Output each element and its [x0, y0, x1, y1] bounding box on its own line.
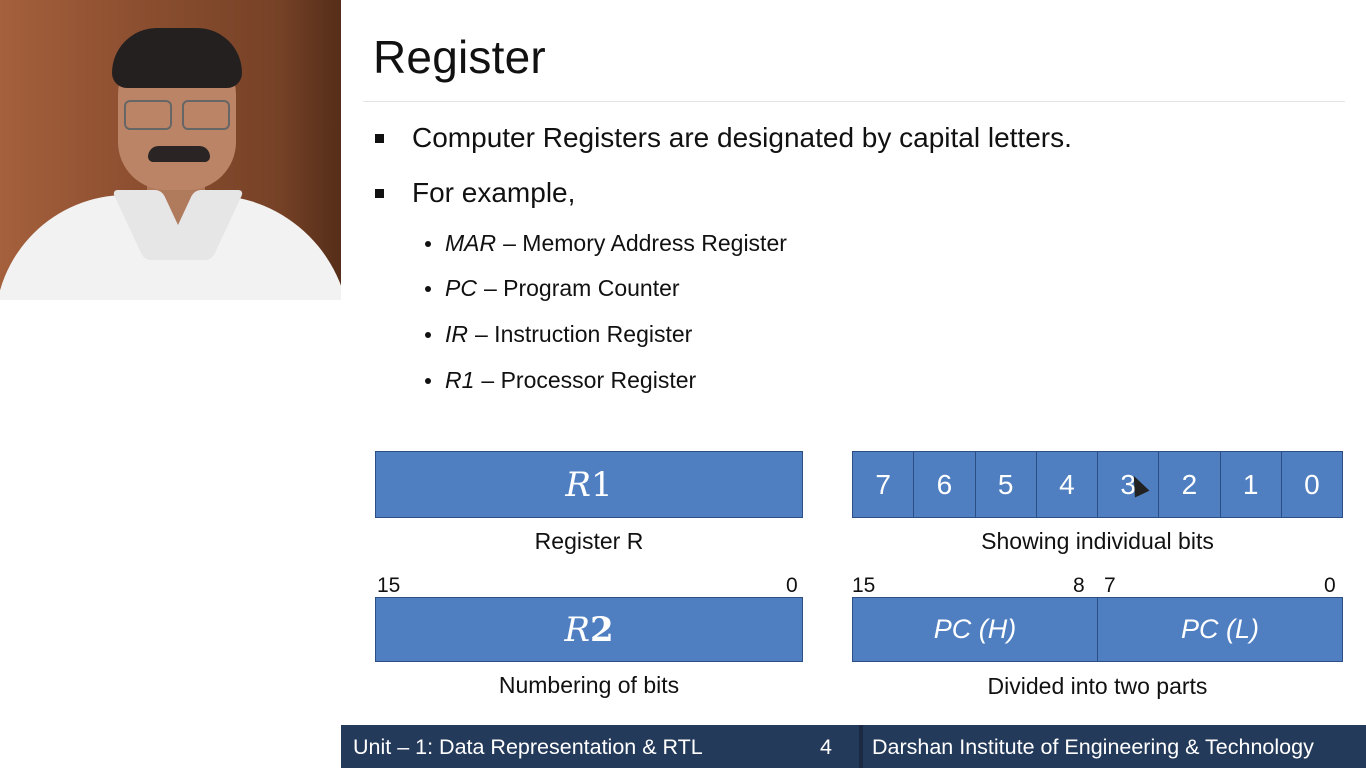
- example-desc: – Memory Address Register: [503, 230, 787, 256]
- round-bullet-icon: [425, 331, 431, 338]
- title-divider: [363, 101, 1345, 102]
- example-item-ir: IR – Instruction Register: [425, 321, 692, 348]
- slide: Register Computer Registers are designat…: [341, 0, 1366, 725]
- example-abbr: R1: [445, 367, 475, 393]
- bit-number-mid-high: 8: [1073, 574, 1085, 597]
- bit-cell: 2: [1158, 452, 1219, 517]
- footer-page-number: 4: [820, 735, 832, 759]
- round-bullet-icon: [425, 240, 431, 247]
- slide-title: Register: [373, 31, 546, 83]
- presenter-glasses-left: [124, 100, 172, 130]
- slide-footer: Unit – 1: Data Representation & RTL 4 Da…: [341, 725, 1366, 768]
- example-item-r1: R1 – Processor Register: [425, 367, 696, 394]
- bit-number-mid-low: 7: [1104, 574, 1116, 597]
- bit-number-high: 15: [852, 574, 876, 597]
- footer-divider: [859, 725, 863, 768]
- bullet-text: For example,: [412, 177, 576, 208]
- register-r-caption: Register R: [534, 528, 644, 554]
- bit-number-low: 0: [1324, 574, 1336, 597]
- square-bullet-icon: [375, 133, 384, 143]
- example-desc: – Processor Register: [481, 367, 697, 393]
- presenter-hair: [112, 28, 242, 88]
- example-desc: – Instruction Register: [475, 321, 693, 347]
- presenter-mustache: [148, 146, 210, 162]
- example-abbr: MAR: [445, 230, 497, 256]
- bit-cell: 5: [974, 452, 1036, 517]
- square-bullet-icon: [375, 188, 384, 198]
- numbering-caption: Numbering of bits: [498, 672, 680, 698]
- example-abbr: PC: [445, 275, 477, 301]
- register-r2-box: R2: [375, 597, 803, 662]
- bit-cell: 4: [1035, 452, 1097, 517]
- register-r1-label: R1: [565, 464, 613, 505]
- bit-cell: 6: [913, 452, 974, 517]
- pc-low-part: PC (L): [1097, 598, 1342, 661]
- register-r1-box: R1: [375, 451, 803, 518]
- presenter-video: [0, 0, 341, 300]
- bullet-item: For example,: [375, 177, 575, 209]
- bit-cell: 1: [1219, 452, 1281, 517]
- bit-cell: 3: [1097, 452, 1158, 517]
- bit-number-low: 0: [786, 574, 798, 597]
- bit-cell: 7: [875, 468, 891, 500]
- round-bullet-icon: [425, 285, 431, 292]
- bit-cell: 0: [1280, 452, 1342, 517]
- individual-bits-caption: Showing individual bits: [981, 528, 1214, 554]
- pc-high-part: PC (H): [933, 614, 1017, 644]
- individual-bits-box: 7 6 5 4 3 2 1 0: [852, 451, 1343, 518]
- presenter-glasses-right: [182, 100, 230, 130]
- example-desc: – Program Counter: [483, 275, 680, 301]
- round-bullet-icon: [425, 377, 431, 384]
- bullet-text: Computer Registers are designated by cap…: [412, 122, 1072, 153]
- register-r2-label: R2: [564, 609, 614, 650]
- example-item-mar: MAR – Memory Address Register: [425, 230, 787, 257]
- footer-unit: Unit – 1: Data Representation & RTL: [353, 735, 703, 759]
- footer-institute: Darshan Institute of Engineering & Techn…: [872, 735, 1314, 759]
- two-parts-caption: Divided into two parts: [987, 673, 1208, 699]
- two-parts-box: PC (H) PC (L): [852, 597, 1343, 662]
- example-item-pc: PC – Program Counter: [425, 275, 680, 302]
- example-abbr: IR: [445, 321, 468, 347]
- bullet-item: Computer Registers are designated by cap…: [375, 122, 1072, 154]
- bit-number-high: 15: [377, 574, 401, 597]
